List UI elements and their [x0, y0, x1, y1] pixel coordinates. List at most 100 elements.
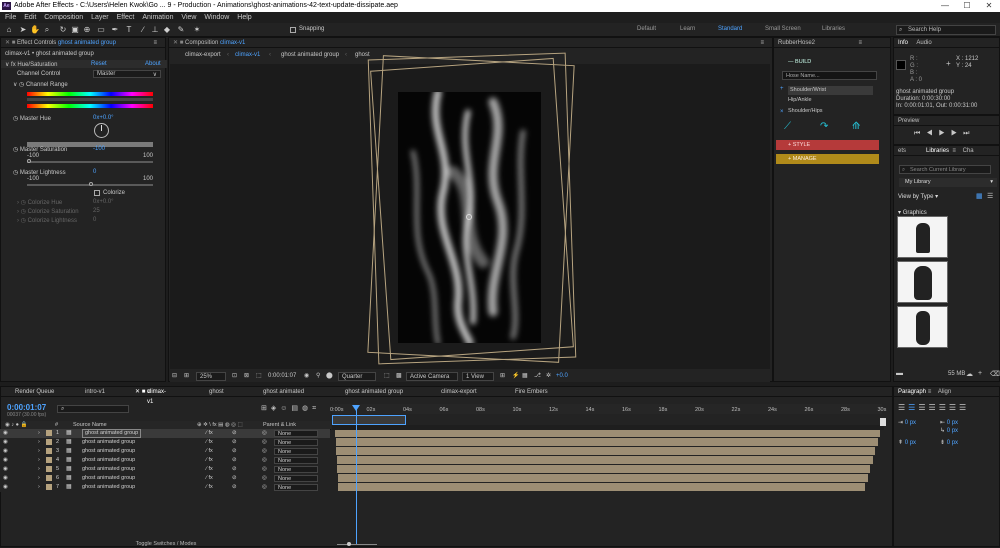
about-link[interactable]: About: [145, 61, 161, 67]
parent-pickwhip-icon[interactable]: ◎: [262, 483, 267, 492]
tab-paragraph[interactable]: Paragraph: [898, 389, 926, 395]
grid-view-icon[interactable]: ▦: [976, 192, 983, 200]
tab-ghost[interactable]: ghost: [209, 387, 224, 397]
mask-visibility-icon[interactable]: ⊞: [184, 371, 189, 382]
align-left-icon[interactable]: ☰: [898, 403, 908, 412]
breadcrumb-climax-v1[interactable]: climax-v1: [235, 49, 260, 61]
lightness-knob[interactable]: [89, 182, 93, 186]
label-color[interactable]: [46, 466, 52, 472]
hose-item-hip-ankle[interactable]: Hip/Ankle: [788, 97, 812, 103]
rectangle-tool-icon[interactable]: ▭: [96, 25, 106, 35]
frame-blend-icon[interactable]: ▤: [291, 405, 302, 412]
layer-name[interactable]: ghost animated group: [82, 429, 142, 438]
motion-blur-switch-icon[interactable]: ⊘: [232, 456, 237, 465]
menu-effect[interactable]: Effect: [117, 14, 135, 21]
tab-character[interactable]: Cha: [963, 148, 974, 154]
eraser-tool-icon[interactable]: ◆: [162, 25, 172, 35]
parent-pickwhip-icon[interactable]: ◎: [262, 474, 267, 483]
justify-all-icon[interactable]: ☰: [959, 403, 969, 412]
menu-animation[interactable]: Animation: [142, 14, 173, 21]
rubberhose-tab[interactable]: RubberHose2 ≡: [774, 38, 890, 48]
parent-dropdown[interactable]: None: [274, 475, 318, 482]
timeline-timecode[interactable]: 0:00:01:07: [7, 403, 46, 412]
motion-blur-switch-icon[interactable]: ⊘: [232, 438, 237, 447]
switch-fx-icon[interactable]: ∕ fx: [206, 447, 213, 456]
channel-control-dropdown[interactable]: Master ∨: [93, 70, 161, 78]
motion-blur-switch-icon[interactable]: ⊘: [232, 474, 237, 483]
next-frame-icon[interactable]: ▶: [951, 130, 963, 137]
parent-pickwhip-icon[interactable]: ◎: [262, 465, 267, 474]
layer-row[interactable]: ◉ › 1 ▦ ghost animated group ∕ fx ⊘ ◎ None: [0, 429, 330, 438]
grid-icon[interactable]: ⊡: [232, 371, 237, 382]
visibility-eye-icon[interactable]: ◉: [3, 447, 8, 456]
maximize-button[interactable]: ☐: [956, 0, 978, 12]
justify-center-icon[interactable]: ☰: [939, 403, 949, 412]
saturation-slider[interactable]: [27, 161, 153, 163]
camera-dropdown[interactable]: Active Camera: [406, 372, 458, 381]
show-snapshot-icon[interactable]: ⚲: [316, 371, 320, 382]
saturation-knob[interactable]: [27, 159, 31, 163]
delete-hose-icon[interactable]: ×: [780, 109, 784, 115]
layer-row[interactable]: ◉ › 6 ▦ ghost animated group ∕ fx ⊘ ◎ None: [0, 474, 330, 483]
switch-fx-icon[interactable]: ∕ fx: [206, 429, 213, 438]
layer-name[interactable]: ghost animated group: [82, 447, 135, 456]
time-ruler[interactable]: [332, 404, 882, 414]
layer-duration-bar[interactable]: [337, 465, 870, 473]
snapping-checkbox[interactable]: [290, 27, 296, 33]
parent-pickwhip-icon[interactable]: ◎: [262, 447, 267, 456]
layer-name[interactable]: ghost animated group: [82, 438, 135, 447]
menu-file[interactable]: File: [5, 14, 16, 21]
zoom-tool-icon[interactable]: ⌕: [42, 25, 52, 35]
fast-previews-icon[interactable]: ⚡: [512, 371, 519, 382]
comp-flowchart-icon[interactable]: ⊞: [261, 405, 271, 412]
breadcrumb-ghost-animated-group[interactable]: ghost animated group: [281, 49, 339, 61]
tab-render-queue[interactable]: Render Queue: [15, 387, 54, 397]
exposure-value[interactable]: +0.0: [556, 371, 568, 382]
workspace-small-screen[interactable]: Small Screen: [765, 26, 801, 32]
parent-dropdown[interactable]: None: [274, 439, 318, 446]
layer-name[interactable]: ghost animated group: [82, 465, 135, 474]
expand-arrow-icon[interactable]: ›: [38, 447, 40, 456]
library-thumbnail[interactable]: [897, 306, 948, 348]
prev-frame-icon[interactable]: ◀: [926, 130, 938, 137]
transparency-grid-icon[interactable]: ▩: [396, 371, 402, 382]
visibility-eye-icon[interactable]: ◉: [3, 465, 8, 474]
visibility-eye-icon[interactable]: ◉: [3, 429, 8, 438]
space-before[interactable]: ⇞ 0 px: [898, 439, 916, 446]
hue-range-slider[interactable]: [27, 98, 153, 101]
last-frame-icon[interactable]: ⏭: [963, 130, 975, 137]
visibility-eye-icon[interactable]: ◉: [3, 474, 8, 483]
first-line-indent[interactable]: ↳ 0 px: [940, 427, 958, 434]
rotate-tool-icon[interactable]: ↻: [58, 25, 68, 35]
space-after[interactable]: ⇟ 0 px: [940, 439, 958, 446]
mask-icon[interactable]: ⊠: [244, 371, 249, 382]
layer-name[interactable]: ghost animated group: [82, 456, 135, 465]
composition-viewer[interactable]: [170, 52, 770, 369]
layer-duration-bar[interactable]: [335, 438, 878, 446]
layer-search-input[interactable]: ⌕: [57, 405, 129, 413]
tab-climax-export[interactable]: climax-export: [441, 387, 477, 397]
hue-dial[interactable]: [94, 123, 109, 138]
expand-arrow-icon[interactable]: ›: [38, 429, 40, 438]
reset-link[interactable]: Reset: [91, 61, 107, 67]
layer-row[interactable]: ◉ › 3 ▦ ghost animated group ∕ fx ⊘ ◎ None: [0, 447, 330, 456]
new-hose-rig-icon[interactable]: ⟰: [852, 121, 876, 133]
list-view-icon[interactable]: ☰: [987, 192, 993, 200]
motion-blur-switch-icon[interactable]: ⊘: [232, 447, 237, 456]
master-hue-value[interactable]: 0x+0.0°: [93, 115, 114, 121]
type-tool-icon[interactable]: T: [124, 25, 134, 35]
switch-fx-icon[interactable]: ∕ fx: [206, 483, 213, 492]
master-lightness-value[interactable]: 0: [93, 169, 96, 175]
toggle-pixel-aspect-icon[interactable]: ⊞: [500, 371, 505, 382]
switch-fx-icon[interactable]: ∕ fx: [206, 465, 213, 474]
pan-behind-tool-icon[interactable]: ⊕: [82, 25, 92, 35]
expand-arrow-icon[interactable]: ›: [38, 483, 40, 492]
tab-libraries[interactable]: Libraries: [926, 148, 949, 154]
new-hose-icon[interactable]: ⟋: [784, 121, 804, 133]
brush-tool-icon[interactable]: ∕: [138, 25, 148, 35]
build-section-header[interactable]: — BUILD: [776, 57, 879, 67]
switch-fx-icon[interactable]: ∕ fx: [206, 474, 213, 483]
graphics-section[interactable]: ▾ Graphics: [898, 209, 927, 216]
align-center-icon[interactable]: ☰: [908, 403, 918, 412]
new-hose-bend-icon[interactable]: ↷: [820, 121, 840, 133]
